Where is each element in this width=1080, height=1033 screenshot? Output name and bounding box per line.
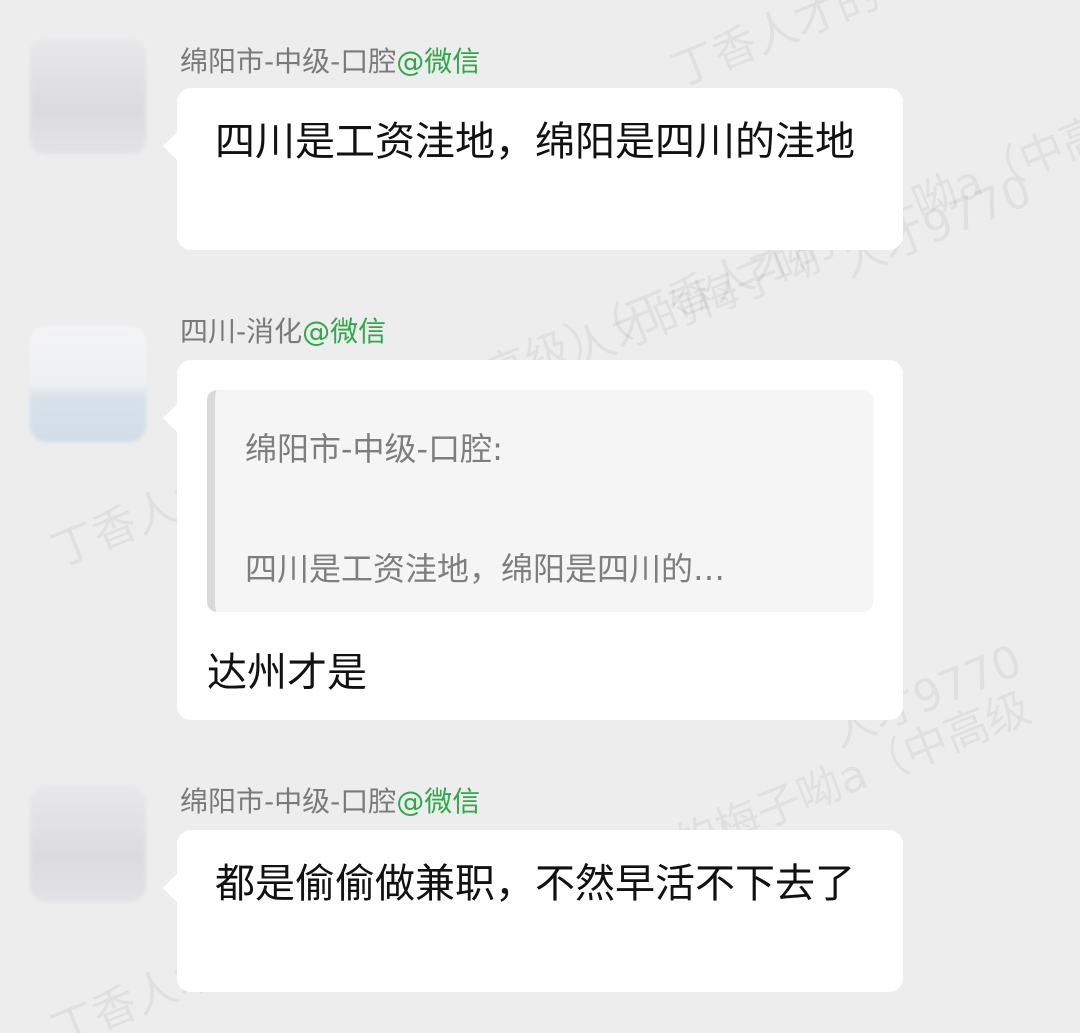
quote-preview: 四川是工资洼地，绵阳是四川的… [245, 550, 726, 588]
sender-name-text: 绵阳市-中级-口腔 [180, 785, 397, 818]
message-bubble[interactable]: 四川是工资洼地，绵阳是四川的洼地 [163, 88, 903, 250]
message-text: 达州才是 [207, 650, 367, 696]
avatar[interactable] [30, 38, 146, 154]
watermark-text: 丁香人才的 [664, 0, 888, 98]
avatar[interactable] [30, 326, 146, 442]
avatar[interactable] [30, 786, 146, 902]
message-bubble[interactable]: 绵阳市-中级-口腔: 四川是工资洼地，绵阳是四川的… 达州才是 [163, 360, 903, 720]
sender-name[interactable]: 绵阳市-中级-口腔@微信 [180, 780, 480, 820]
sender-name[interactable]: 四川-消化@微信 [180, 310, 386, 350]
message-text: 都是偷偷做兼职，不然早活不下去了 [215, 861, 855, 907]
sender-source: @微信 [302, 315, 387, 348]
quote-author: 绵阳市-中级-口腔: [245, 430, 503, 468]
sender-name-text: 绵阳市-中级-口腔 [180, 45, 397, 78]
quoted-message[interactable]: 绵阳市-中级-口腔: 四川是工资洼地，绵阳是四川的… [207, 390, 873, 612]
sender-source: @微信 [396, 45, 481, 78]
message-text: 四川是工资洼地，绵阳是四川的洼地 [215, 119, 855, 165]
message-bubble[interactable]: 都是偷偷做兼职，不然早活不下去了 [163, 830, 903, 992]
sender-name[interactable]: 绵阳市-中级-口腔@微信 [180, 40, 480, 80]
sender-source: @微信 [396, 785, 481, 818]
sender-name-text: 四川-消化 [180, 315, 303, 348]
